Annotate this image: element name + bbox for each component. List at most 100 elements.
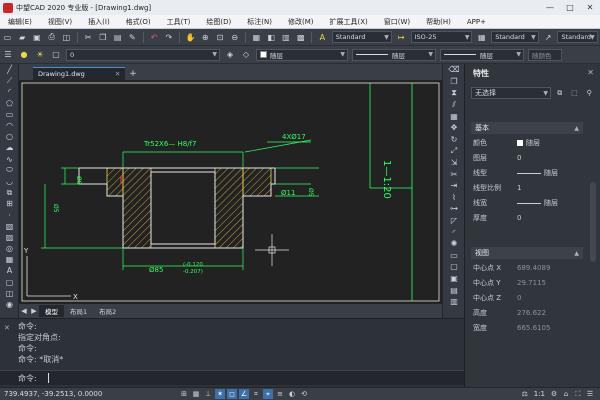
lineweight-toggle-icon[interactable]: ≡ [275,389,285,399]
make-block-icon[interactable]: ⊞ [0,198,19,209]
paste-icon[interactable]: ▤ [112,31,123,43]
region-icon[interactable]: ◎ [0,243,19,254]
chamfer-icon[interactable]: ◸ [443,215,465,227]
text-style-select[interactable]: Standard ▼ [331,31,392,43]
property-row-thickness[interactable]: 厚度 0 [473,211,583,225]
open-folder-icon[interactable]: ▰ [17,31,28,43]
menu-modify[interactable]: 修改(M) [280,17,322,27]
tool-palette-icon[interactable]: ▥ [281,31,292,43]
new-file-icon[interactable]: ▭ [2,31,13,43]
property-row-center-y[interactable]: 中心点 Y 29.7115 [473,276,583,290]
property-row-lineweight[interactable]: 线宽 随层 [473,196,583,210]
close-icon[interactable]: ✕ [4,324,10,332]
wipeout-icon[interactable]: ▢ [0,277,19,288]
array-icon[interactable]: ▦ [443,110,465,122]
dim-style-select[interactable]: ISO-25 ▼ [410,31,473,43]
selection-select[interactable]: 无选择 ▼ [471,87,551,99]
layer-freeze-icon[interactable]: ▤ [443,284,465,296]
fullscreen-icon[interactable]: ⛶ [573,389,583,399]
layer-manager-icon[interactable]: ☰ [2,49,14,61]
menu-edit[interactable]: 编辑(E) [0,17,40,27]
property-row-center-z[interactable]: 中心点 Z 0 [473,291,583,305]
insert-block-icon[interactable]: ⧉ [0,187,19,198]
layer-lock-icon[interactable]: ▥ [443,296,465,308]
menu-app-plus[interactable]: APP+ [459,18,494,26]
lineweight-select[interactable]: 随层 ▼ [440,48,524,61]
grid-icon[interactable]: ▦ [191,389,201,399]
arc-3point-icon[interactable]: ◠ [0,120,19,131]
boundary-icon[interactable]: ◫ [0,288,19,299]
rectangle-select-icon[interactable]: ▭ [443,250,465,262]
tab-drawing1[interactable]: Drawing1.dwg ✕ [33,67,126,80]
fillet-icon[interactable]: ◜ [443,226,465,238]
close-icon[interactable]: ✕ [115,70,120,78]
property-row-center-x[interactable]: 中心点 X 689.4089 [473,261,583,275]
annotation-scale-value[interactable]: 1:1 [534,390,545,398]
table-icon[interactable]: ▦ [0,254,19,265]
properties-scrollbar[interactable] [590,182,596,262]
offset-icon[interactable]: ⫽ [443,99,465,111]
ray-icon[interactable]: ⟋ [0,75,19,86]
ellipse-arc-icon[interactable]: ◡ [0,176,19,187]
join-icon[interactable]: ⊶ [443,203,465,215]
menu-insert[interactable]: 插入(I) [80,17,118,27]
customize-menu-icon[interactable]: ☰ [585,389,595,399]
scale-icon[interactable]: ⤢ [443,145,465,157]
selection-cycling-icon[interactable]: ⟲ [299,389,309,399]
revision-cloud-icon[interactable]: ☁ [0,142,19,153]
property-row-width[interactable]: 宽度 665.6105 [473,321,583,335]
pan-icon[interactable]: ✋ [185,31,196,43]
toggle-pickadd-icon[interactable]: ⧉ [554,87,566,99]
first-tab-icon[interactable]: ◀ [19,307,29,315]
color-select[interactable]: 随层 ▼ [256,48,348,61]
layer-isolate-icon[interactable]: ▢ [443,261,465,273]
table-style-select[interactable]: Standard ▼ [491,31,539,43]
menu-format[interactable]: 格式(O) [118,17,159,27]
section-view[interactable]: 视图 ▲ [471,247,583,259]
sun-icon[interactable]: ☀ [34,49,46,61]
circle-icon[interactable]: ○ [0,131,19,142]
zoom-previous-icon[interactable]: ⊖ [229,31,240,43]
cut-icon[interactable]: ✂ [83,31,94,43]
stretch-icon[interactable]: ⇲ [443,157,465,169]
menu-view[interactable]: 视图(V) [40,17,80,27]
design-center-icon[interactable]: ◧ [266,31,277,43]
select-objects-icon[interactable]: ⬚ [569,87,581,99]
ortho-icon[interactable]: ⊥ [203,389,213,399]
point-icon[interactable]: · [0,209,19,220]
trim-icon[interactable]: ✂ [443,168,465,180]
properties-icon[interactable]: ▦ [251,31,262,43]
osnap-icon[interactable]: ◻ [227,389,237,399]
break-icon[interactable]: ⌇ [443,192,465,204]
plot-style-select[interactable]: 随颜色 [528,48,562,61]
arc-icon[interactable]: ◜ [0,86,19,97]
menu-window[interactable]: 窗口(W) [376,17,418,27]
lock-icon[interactable]: ▢ [50,49,62,61]
last-tab-icon[interactable]: ▶ [29,307,39,315]
menu-help[interactable]: 帮助(H) [418,17,459,27]
otrack-icon[interactable]: ∠ [239,389,249,399]
ellipse-icon[interactable]: ⬭ [0,165,19,176]
donut-icon[interactable]: ◉ [0,299,19,310]
menu-express-tools[interactable]: 扩展工具(X) [322,17,376,27]
gradient-icon[interactable]: ▨ [0,232,19,243]
explode-icon[interactable]: ✺ [443,238,465,250]
print-icon[interactable]: ⎙ [46,31,57,43]
copy-object-icon[interactable]: ❐ [443,76,465,88]
erase-icon[interactable]: ⌫ [443,64,465,76]
linetype-select[interactable]: 随层 ▼ [352,48,436,61]
make-current-layer-icon[interactable]: ◈ [224,49,236,61]
transparency-icon[interactable]: ◐ [287,389,297,399]
annotation-scale-icon[interactable]: ⚖ [520,389,530,399]
minimize-button[interactable]: — [540,0,560,15]
tab-layout1[interactable]: 布局1 [64,305,93,317]
command-input[interactable]: 命令: [0,370,464,385]
mirror-icon[interactable]: ⧗ [443,87,465,99]
multileader-style-select[interactable]: Standard ▼ [557,31,598,43]
lock-ui-icon[interactable]: ⌂ [561,389,571,399]
calculator-icon[interactable]: ▩ [295,31,306,43]
copy-icon[interactable]: ❐ [97,31,108,43]
polygon-icon[interactable]: ⬠ [0,98,19,109]
rectangle-icon[interactable]: ▭ [0,109,19,120]
drawing-canvas[interactable]: 1—1:20 Tr52X6— H8/f7 4XØ17 Ø8 Ø5 Ø11 Ø5 [19,80,442,304]
